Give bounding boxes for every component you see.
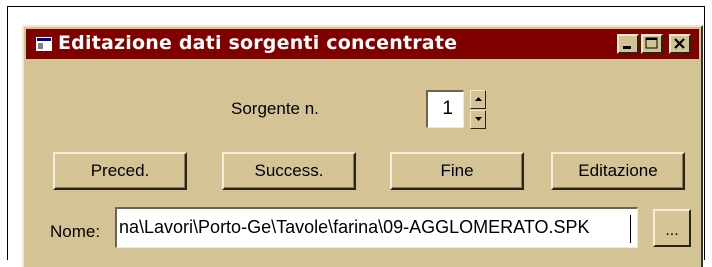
spin-up-button[interactable] <box>470 90 486 109</box>
maximize-icon <box>645 37 658 49</box>
file-name-input[interactable]: na\Lavori\Porto-Ge\Tavole\farina\09-AGGL… <box>115 207 638 248</box>
close-button[interactable] <box>669 34 691 54</box>
title-bar[interactable]: Editazione dati sorgenti concentrate <box>26 29 699 59</box>
next-button[interactable]: Success. <box>222 152 356 190</box>
spin-down-icon <box>475 117 482 121</box>
minimize-button[interactable] <box>617 34 639 54</box>
previous-button[interactable]: Preced. <box>53 152 187 190</box>
file-name-label: Nome: <box>50 222 101 241</box>
browse-button[interactable]: ... <box>653 209 691 247</box>
end-button[interactable]: Fine <box>390 152 524 190</box>
file-name-value: na\Lavori\Porto-Ge\Tavole\farina\09-AGGL… <box>119 217 590 237</box>
minimize-icon <box>623 46 631 49</box>
close-icon <box>674 38 685 49</box>
spin-down-button[interactable] <box>470 110 486 129</box>
edit-button[interactable]: Editazione <box>551 152 685 190</box>
text-caret <box>630 215 631 243</box>
spin-up-icon <box>475 97 482 101</box>
maximize-button[interactable] <box>641 34 663 54</box>
window-menu-icon[interactable] <box>36 37 52 51</box>
window-title: Editazione dati sorgenti concentrate <box>58 32 458 54</box>
dialog-window: Editazione dati sorgenti concentrate Sor… <box>22 25 703 267</box>
source-number-label: Sorgente n. <box>231 99 319 118</box>
source-number-field[interactable]: 1 <box>426 90 464 128</box>
